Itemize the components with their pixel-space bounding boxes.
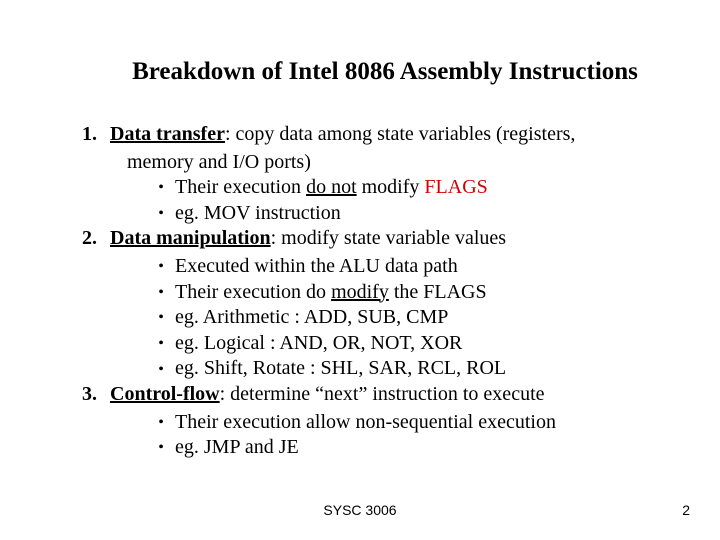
sub-bullet: •eg. Arithmetic : ADD, SUB, CMP [82, 305, 668, 331]
sub-bullet: •eg. Shift, Rotate : SHL, SAR, RCL, ROL [82, 356, 668, 382]
bullet-icon: • [147, 438, 175, 458]
item-number: 1. [82, 122, 110, 148]
list-item-1: 1.Data transfer: copy data among state v… [82, 122, 668, 148]
slide-title: Breakdown of Intel 8086 Assembly Instruc… [52, 58, 668, 86]
list-item-3: 3.Control-flow: determine “next” instruc… [82, 382, 668, 408]
sub-bullet: •Executed within the ALU data path [82, 254, 668, 280]
footer-course: SYSC 3006 [0, 502, 720, 518]
bullet-icon: • [147, 360, 175, 380]
bullet-icon: • [147, 257, 175, 277]
sub-text: eg. Logical : AND, OR, NOT, XOR [175, 332, 462, 354]
footer-page-number: 2 [682, 502, 690, 518]
sub-bullet: •eg. Logical : AND, OR, NOT, XOR [82, 331, 668, 357]
sub-text: eg. MOV instruction [175, 202, 341, 224]
sub-text: Executed within the ALU data path [175, 255, 458, 277]
bullet-icon: • [147, 308, 175, 328]
sub-text: eg. Shift, Rotate : SHL, SAR, RCL, ROL [175, 357, 506, 379]
sub-text: Their execution allow non-sequential exe… [175, 411, 556, 433]
list-item-2: 2.Data manipulation: modify state variab… [82, 226, 668, 252]
slide: Breakdown of Intel 8086 Assembly Instruc… [0, 0, 720, 540]
flags-red: FLAGS [424, 176, 487, 198]
item-number: 2. [82, 226, 110, 252]
bullet-icon: • [147, 204, 175, 224]
bullet-icon: • [147, 283, 175, 303]
sub-bullet: •eg. JMP and JE [82, 435, 668, 461]
item-text: : modify state variable values [271, 227, 506, 249]
sub-bullet: •Their execution do not modify FLAGS [82, 175, 668, 201]
item-number: 3. [82, 382, 110, 408]
item-heading: Data transfer [110, 123, 225, 145]
bullet-icon: • [147, 413, 175, 433]
item-continuation: memory and I/O ports) [82, 150, 668, 176]
sub-text: Their execution [175, 176, 306, 198]
item-heading: Control-flow [110, 383, 220, 405]
ordered-list: 1.Data transfer: copy data among state v… [52, 122, 668, 461]
item-heading: Data manipulation [110, 227, 271, 249]
item-text: : copy data among state variables (regis… [225, 123, 575, 145]
sub-bullet: •Their execution do modify the FLAGS [82, 280, 668, 306]
sub-bullet: •eg. MOV instruction [82, 201, 668, 227]
bullet-icon: • [147, 334, 175, 354]
sub-text: modify [357, 176, 425, 198]
sub-text: the FLAGS [389, 281, 487, 303]
sub-text: Their execution do [175, 281, 331, 303]
sub-bullet: •Their execution allow non-sequential ex… [82, 410, 668, 436]
sub-underline: do not [306, 176, 357, 198]
sub-text: eg. JMP and JE [175, 436, 299, 458]
sub-underline: modify [331, 281, 389, 303]
sub-text: eg. Arithmetic : ADD, SUB, CMP [175, 306, 448, 328]
bullet-icon: • [147, 178, 175, 198]
item-text: : determine “next” instruction to execut… [220, 383, 545, 405]
